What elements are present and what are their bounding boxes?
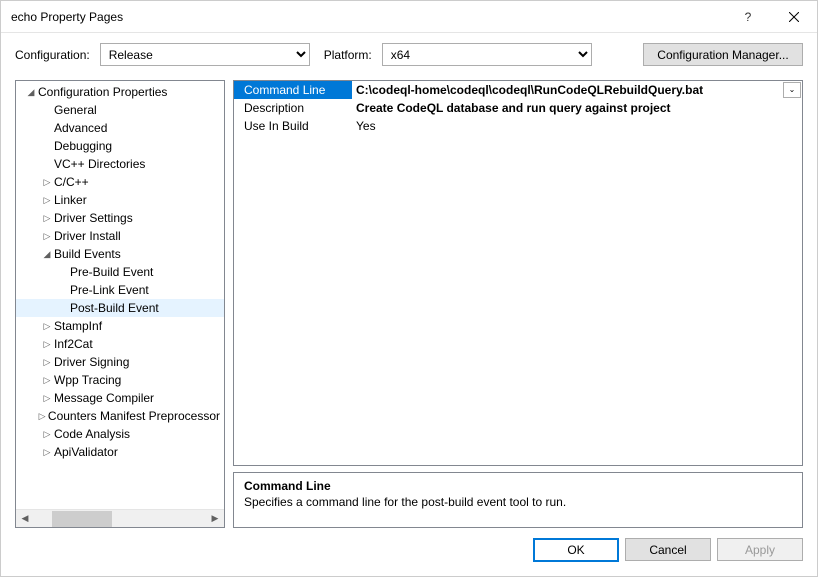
tree-node[interactable]: ▷Code Analysis [16, 425, 224, 443]
right-panel: Command LineC:\codeql-home\codeql\codeql… [233, 80, 803, 528]
expand-closed-icon: ▷ [40, 231, 54, 242]
tree-node-label: General [54, 103, 97, 117]
grid-property-name: Description [234, 99, 352, 117]
tree-node[interactable]: ▷Debugging [16, 137, 224, 155]
tree-node-label: Pre-Build Event [70, 265, 153, 279]
apply-button[interactable]: Apply [717, 538, 803, 561]
tree-node[interactable]: ▷Pre-Link Event [16, 281, 224, 299]
grid-row[interactable]: DescriptionCreate CodeQL database and ru… [234, 99, 802, 117]
titlebar: echo Property Pages ? [1, 1, 817, 33]
content-area: ◢Configuration Properties▷General▷Advanc… [1, 80, 817, 528]
grid-property-value[interactable]: Yes [352, 117, 802, 135]
tree-node[interactable]: ▷Driver Settings [16, 209, 224, 227]
tree-node-label: Message Compiler [54, 391, 154, 405]
close-button[interactable] [771, 1, 817, 33]
tree-node-label: Configuration Properties [38, 85, 167, 99]
tree-node-label: Build Events [54, 247, 121, 261]
window-title: echo Property Pages [11, 10, 725, 24]
tree-node[interactable]: ▷Message Compiler [16, 389, 224, 407]
tree-node[interactable]: ◢Build Events [16, 245, 224, 263]
tree-node[interactable]: ▷Counters Manifest Preprocessor [16, 407, 224, 425]
tree-node-label: Driver Settings [54, 211, 133, 225]
expand-open-icon: ◢ [40, 249, 54, 260]
property-pages-dialog: echo Property Pages ? Configuration: Rel… [0, 0, 818, 577]
expand-closed-icon: ▷ [40, 447, 54, 458]
expand-open-icon: ◢ [24, 87, 38, 98]
property-grid[interactable]: Command LineC:\codeql-home\codeql\codeql… [233, 80, 803, 466]
ok-button[interactable]: OK [533, 538, 619, 562]
scroll-thumb[interactable] [52, 511, 112, 527]
tree-node-label: Inf2Cat [54, 337, 93, 351]
expand-closed-icon: ▷ [40, 429, 54, 440]
tree-node[interactable]: ▷StampInf [16, 317, 224, 335]
tree-node-label: Code Analysis [54, 427, 130, 441]
tree-node-label: Advanced [54, 121, 107, 135]
tree-node[interactable]: ▷Pre-Build Event [16, 263, 224, 281]
help-button[interactable]: ? [725, 1, 771, 33]
tree-node[interactable]: ◢Configuration Properties [16, 83, 224, 101]
tree-node-label: Debugging [54, 139, 112, 153]
button-row: OK Cancel Apply [1, 528, 817, 576]
expand-closed-icon: ▷ [40, 321, 54, 332]
grid-property-name: Use In Build [234, 117, 352, 135]
tree-panel: ◢Configuration Properties▷General▷Advanc… [15, 80, 225, 528]
description-text: Specifies a command line for the post-bu… [244, 495, 792, 509]
horizontal-scrollbar[interactable]: ◀ ▶ [16, 509, 224, 527]
tree-node-label: StampInf [54, 319, 102, 333]
expand-closed-icon: ▷ [40, 195, 54, 206]
grid-row[interactable]: Use In BuildYes [234, 117, 802, 135]
tree-node-label: Pre-Link Event [70, 283, 149, 297]
tree-node-label: VC++ Directories [54, 157, 145, 171]
tree-node[interactable]: ▷VC++ Directories [16, 155, 224, 173]
help-icon: ? [745, 10, 752, 24]
tree-node[interactable]: ▷General [16, 101, 224, 119]
scroll-left-icon: ◀ [16, 510, 34, 528]
property-tree[interactable]: ◢Configuration Properties▷General▷Advanc… [16, 81, 224, 509]
expand-closed-icon: ▷ [40, 339, 54, 350]
tree-node-label: Wpp Tracing [54, 373, 121, 387]
tree-node[interactable]: ▷Wpp Tracing [16, 371, 224, 389]
description-panel: Command Line Specifies a command line fo… [233, 472, 803, 528]
expand-closed-icon: ▷ [40, 375, 54, 386]
tree-node[interactable]: ▷Inf2Cat [16, 335, 224, 353]
tree-node[interactable]: ▷Advanced [16, 119, 224, 137]
cancel-button[interactable]: Cancel [625, 538, 711, 561]
tree-node[interactable]: ▷ApiValidator [16, 443, 224, 461]
expand-closed-icon: ▷ [40, 357, 54, 368]
tree-node[interactable]: ▷Post-Build Event [16, 299, 224, 317]
tree-node-label: C/C++ [54, 175, 89, 189]
configuration-label: Configuration: [15, 48, 90, 62]
tree-node-label: Counters Manifest Preprocessor [48, 409, 220, 423]
platform-dropdown[interactable]: x64 [382, 43, 592, 66]
tree-node[interactable]: ▷Driver Install [16, 227, 224, 245]
tree-node[interactable]: ▷C/C++ [16, 173, 224, 191]
grid-property-value[interactable]: C:\codeql-home\codeql\codeql\RunCodeQLRe… [352, 81, 802, 99]
config-row: Configuration: Release Platform: x64 Con… [1, 33, 817, 80]
tree-node-label: ApiValidator [54, 445, 118, 459]
close-icon [789, 12, 799, 22]
expand-closed-icon: ▷ [40, 177, 54, 188]
scroll-right-icon: ▶ [206, 510, 224, 528]
expand-closed-icon: ▷ [40, 393, 54, 404]
tree-node[interactable]: ▷Linker [16, 191, 224, 209]
tree-node-label: Post-Build Event [70, 301, 159, 315]
tree-node[interactable]: ▷Driver Signing [16, 353, 224, 371]
tree-node-label: Linker [54, 193, 87, 207]
description-title: Command Line [244, 479, 792, 493]
grid-property-name: Command Line [234, 81, 352, 99]
tree-node-label: Driver Install [54, 229, 121, 243]
configuration-manager-button[interactable]: Configuration Manager... [643, 43, 803, 66]
expand-closed-icon: ▷ [36, 411, 48, 422]
grid-row[interactable]: Command LineC:\codeql-home\codeql\codeql… [234, 81, 802, 99]
platform-label: Platform: [324, 48, 372, 62]
tree-node-label: Driver Signing [54, 355, 129, 369]
configuration-dropdown[interactable]: Release [100, 43, 310, 66]
chevron-down-icon[interactable]: ⌄ [783, 82, 801, 98]
grid-property-value[interactable]: Create CodeQL database and run query aga… [352, 99, 802, 117]
expand-closed-icon: ▷ [40, 213, 54, 224]
